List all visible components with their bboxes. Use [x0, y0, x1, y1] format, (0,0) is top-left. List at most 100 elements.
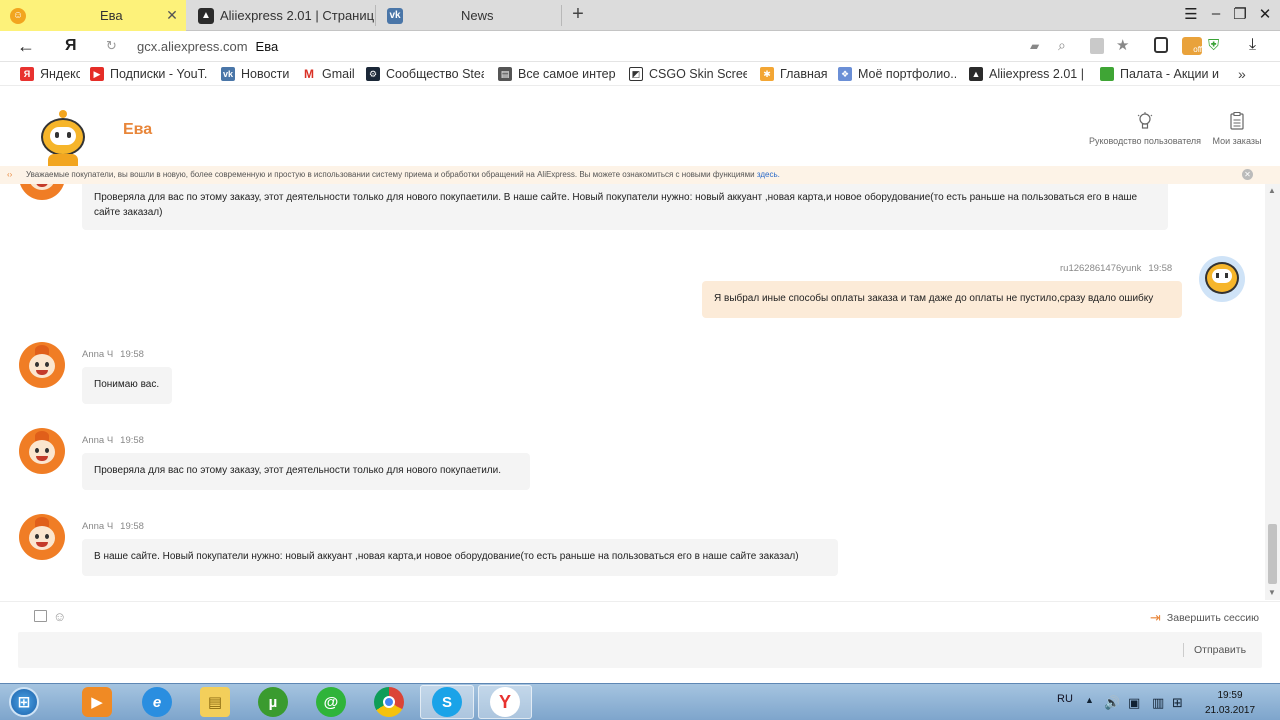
tab-news[interactable]: vk News [377, 0, 561, 31]
agent-avatar [19, 428, 65, 474]
network-icon[interactable]: ▥ [1152, 695, 1164, 711]
steam-icon: ⚙ [366, 67, 380, 81]
bookmark-glavnaya[interactable]: ✱ Главная [760, 66, 830, 82]
back-arrow-icon[interactable]: ← [17, 36, 35, 57]
refresh-icon[interactable]: ↻ [106, 38, 117, 54]
skype-icon: S [432, 687, 462, 717]
tab-eva[interactable]: ☺ Ева ✕ [0, 0, 186, 31]
bookmark-palata[interactable]: Палата - Акции и ... [1100, 66, 1220, 82]
taskbar-media-player[interactable]: ▶ [70, 685, 124, 719]
taskbar-yandex-browser[interactable]: Y [478, 685, 532, 719]
url-host: gcx.aliexpress.com [137, 39, 248, 54]
end-session-button[interactable]: ⇥ Завершить сессию [1150, 610, 1259, 626]
bookmark-aliiexpress[interactable]: ▲ Aliiexpress 2.01 | ... [969, 66, 1087, 82]
language-indicator[interactable]: RU [1057, 693, 1073, 705]
message-input[interactable] [18, 632, 1262, 668]
notice-link[interactable]: здесь. [757, 170, 780, 179]
image-upload-icon[interactable] [34, 610, 47, 622]
bookmark-vk-news[interactable]: vk Новости [221, 66, 291, 82]
scroll-down-icon[interactable]: ▼ [1268, 588, 1276, 597]
extension-icon[interactable] [1154, 37, 1168, 53]
mail-agent-icon: @ [316, 687, 346, 717]
adblock-off-icon[interactable]: off [1182, 37, 1202, 55]
url-field[interactable]: gcx.aliexpress.com Ева [137, 39, 278, 54]
volume-icon[interactable]: 🔊 [1104, 695, 1120, 711]
tab-title: News [461, 8, 494, 23]
bookmark-portfolio[interactable]: ❖ Моё портфолио... [838, 66, 956, 82]
taskbar-skype[interactable]: S [420, 685, 474, 719]
joomla-icon: ✱ [760, 67, 774, 81]
restore-icon[interactable]: ❐ [1229, 5, 1251, 23]
menu-icon[interactable]: ☰ [1180, 5, 1202, 23]
lock-icon[interactable] [1090, 38, 1104, 54]
close-tab-icon[interactable]: ✕ [164, 7, 180, 24]
taskbar-mail-agent[interactable]: @ [304, 685, 358, 719]
batman-icon: ▲ [198, 7, 214, 24]
message-meta: ru1262861476yunk 19:58 [1060, 263, 1173, 274]
taskbar-ie[interactable]: e [130, 685, 184, 719]
user-guide-link[interactable]: Руководство пользователя [1086, 112, 1204, 146]
batman-icon: ▲ [969, 67, 983, 81]
bookmark-yandex[interactable]: Я Яндекс [20, 66, 80, 82]
search-icon[interactable]: ⌕ [1058, 37, 1066, 54]
my-orders-link[interactable]: Мои заказы [1210, 112, 1264, 146]
composer-toolbar: ☺ ⇥ Завершить сессию [0, 601, 1280, 631]
bookmark-youtube[interactable]: ▶ Подписки - YouT... [90, 66, 208, 82]
tab-strip: ☺ Ева ✕ ▲ Aliiexpress 2.01 | Страница ..… [0, 0, 1280, 31]
message-meta: Anna Ч 19:58 [82, 435, 144, 446]
tab-separator [561, 5, 562, 26]
app-window: ☺ Ева ✕ ▲ Aliiexpress 2.01 | Страница ..… [0, 0, 1280, 720]
yandex-browser-icon: Y [490, 687, 520, 717]
utorrent-icon: µ [258, 687, 288, 717]
agent-avatar [19, 342, 65, 388]
lightbulb-icon [1137, 112, 1153, 129]
send-button[interactable]: Отправить [1183, 643, 1246, 657]
message-bubble: Понимаю вас. [82, 367, 172, 404]
message-meta: Anna Ч 19:58 [82, 349, 144, 360]
bookmark-steam[interactable]: ⚙Сообщество Stea... [366, 66, 484, 82]
windows-flag-icon[interactable]: ⊞ [1172, 695, 1183, 711]
shield-icon[interactable]: ⛨ [1208, 37, 1219, 54]
bookmark-vse-samoe[interactable]: ▤Все самое интере... [498, 66, 616, 82]
yandex-logo-icon[interactable]: Я [65, 37, 77, 55]
taskbar-utorrent[interactable]: µ [246, 685, 300, 719]
chat-history: Проверяла для вас по этому заказу, этот … [0, 184, 1265, 600]
bookmark-csgo[interactable]: ◩CSGO Skin Screen... [629, 66, 747, 82]
agent-avatar [19, 514, 65, 560]
camera-icon[interactable]: ▰ [1030, 39, 1039, 53]
download-icon[interactable]: ⤓ [1249, 36, 1256, 54]
star-icon[interactable]: ★ [1116, 36, 1129, 54]
scroll-up-icon[interactable]: ▲ [1268, 186, 1276, 195]
aliexpress-avatar-icon: ☺ [10, 7, 26, 24]
tab-aliiexpress[interactable]: ▲ Aliiexpress 2.01 | Страница ... [188, 0, 374, 31]
page-icon: ▤ [498, 67, 512, 81]
page-header: Ева Руководство пользователя Мои заказы [0, 86, 1280, 168]
taskbar-explorer[interactable]: ▤ [188, 685, 242, 719]
chat-scrollbar[interactable]: ▲ ▼ [1265, 184, 1280, 600]
close-notice-icon[interactable]: ✕ [1242, 169, 1253, 180]
minimize-icon[interactable]: – [1205, 5, 1227, 22]
user-avatar [1199, 256, 1245, 302]
gmail-icon: M [302, 67, 316, 81]
vk-icon: vk [387, 7, 403, 24]
screenshot-icon: ◩ [629, 67, 643, 81]
scroll-thumb[interactable] [1268, 524, 1277, 584]
url-page-title: Ева [255, 39, 279, 54]
start-button[interactable]: ⊞ [0, 685, 48, 719]
new-tab-button[interactable]: + [568, 4, 588, 26]
message-meta: Anna Ч 19:58 [82, 521, 144, 532]
emoji-icon[interactable]: ☺ [53, 609, 66, 624]
system-clock[interactable]: 19:59 21.03.2017 [1195, 688, 1265, 718]
youtube-icon: ▶ [90, 67, 104, 81]
green-square-icon [1100, 67, 1114, 81]
bookmark-gmail[interactable]: M Gmail [302, 66, 356, 82]
close-window-icon[interactable]: ✕ [1254, 5, 1276, 23]
taskbar-chrome[interactable] [362, 685, 416, 719]
usb-icon[interactable]: ▣ [1128, 695, 1140, 711]
message-bubble-mine: Я выбрал иные способы оплаты заказа и та… [702, 281, 1182, 318]
more-bookmarks-icon[interactable]: » [1238, 66, 1252, 82]
tray-expand-icon[interactable]: ▲ [1085, 695, 1094, 705]
chrome-icon [374, 687, 404, 717]
message-bubble: Проверяла для вас по этому заказу, этот … [82, 453, 530, 490]
file-explorer-icon: ▤ [200, 687, 230, 717]
